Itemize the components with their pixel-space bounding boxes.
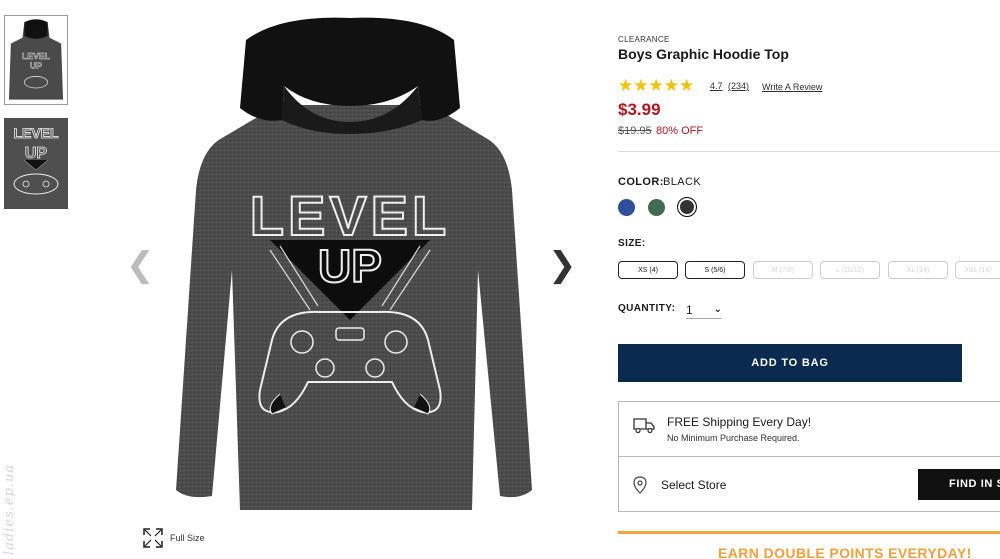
quantity-select[interactable]: 1 ⌄ — [686, 301, 722, 319]
color-swatch-black[interactable] — [677, 197, 697, 217]
rating-value-link[interactable]: 4.7 — [710, 81, 723, 91]
quantity-label: QUANTITY: — [618, 303, 676, 314]
size-option-xxl[interactable]: XXL (16) — [955, 261, 1000, 279]
location-pin-icon — [633, 476, 647, 494]
product-title: Boys Graphic Hoodie Top — [618, 46, 789, 62]
thumbnail-front-image: LEVEL UP — [7, 18, 65, 102]
watermark: ladies.ep.ua — [2, 463, 17, 555]
truck-icon — [633, 418, 655, 434]
next-image-arrow[interactable]: ❯ — [548, 248, 577, 282]
review-count-link[interactable]: (234) — [728, 81, 749, 91]
color-label: COLOR: — [618, 176, 664, 188]
color-swatch-green[interactable] — [648, 199, 665, 216]
quantity-value: 1 — [686, 302, 693, 317]
hoodie-illustration: LEVEL UP — [176, 17, 532, 510]
thumbnail-detail[interactable]: LEVEL UP — [4, 118, 68, 209]
svg-text:UP: UP — [25, 145, 48, 162]
shipping-subtitle: No Minimum Purchase Required. — [667, 433, 800, 443]
promo-banner-text: EARN DOUBLE POINTS EVERYDAY! — [718, 545, 972, 559]
size-option-xl[interactable]: XL (14) — [888, 261, 948, 279]
select-store-link[interactable]: Select Store — [661, 478, 726, 492]
sale-price: $3.99 — [618, 100, 661, 119]
thumbnail-detail-image: LEVEL UP — [4, 118, 68, 209]
write-review-link[interactable]: Write A Review — [762, 82, 822, 92]
size-label: SIZE: — [618, 238, 646, 249]
size-option-m[interactable]: M (7/8) — [753, 261, 813, 279]
svg-text:LEVEL: LEVEL — [22, 51, 51, 61]
clearance-badge: CLEARANCE — [618, 35, 670, 44]
divider — [618, 151, 1000, 152]
product-main-image[interactable]: LEVEL UP — [160, 10, 540, 515]
color-value: BLACK — [663, 176, 702, 188]
discount-label: 80% OFF — [656, 125, 704, 137]
size-option-xs[interactable]: XS (4) — [618, 261, 678, 279]
star-rating: ★★★★★ — [618, 76, 695, 96]
previous-image-arrow[interactable]: ❮ — [126, 248, 155, 282]
product-details-panel: CLEARANCE Boys Graphic Hoodie Top ★★★★★ … — [618, 0, 1000, 559]
color-swatch-blue[interactable] — [618, 199, 635, 216]
svg-text:UP: UP — [30, 61, 42, 71]
promo-divider — [618, 531, 1000, 534]
full-size-button[interactable]: Full Size — [142, 527, 205, 549]
expand-icon — [143, 528, 163, 548]
size-option-s[interactable]: S (5/6) — [685, 261, 745, 279]
svg-text:LEVEL: LEVEL — [250, 184, 450, 247]
shipping-title: FREE Shipping Every Day! — [667, 415, 812, 429]
size-option-l[interactable]: L (10/12) — [820, 261, 880, 279]
find-in-store-button[interactable]: FIND IN STORE — [918, 469, 1000, 500]
svg-text:UP: UP — [318, 240, 382, 292]
full-size-label: Full Size — [170, 533, 205, 543]
original-price: $19.95 — [618, 125, 652, 137]
svg-text:LEVEL: LEVEL — [13, 125, 59, 141]
thumbnail-front[interactable]: LEVEL UP — [4, 15, 68, 105]
store-select-box: Select Store FIND IN STORE — [618, 456, 1000, 512]
shipping-info-box: FREE Shipping Every Day! No Minimum Purc… — [618, 401, 1000, 457]
chevron-down-icon: ⌄ — [713, 304, 722, 315]
add-to-bag-button[interactable]: ADD TO BAG — [618, 344, 962, 382]
